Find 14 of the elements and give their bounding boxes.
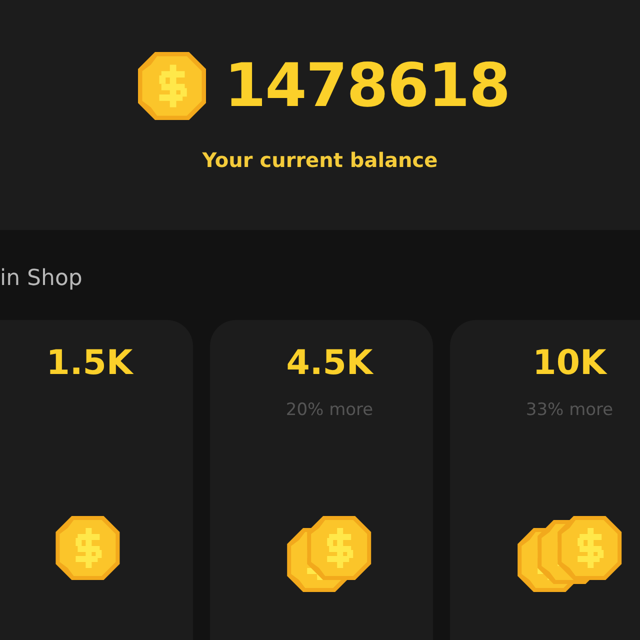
pack-amount: 1.5K	[46, 346, 133, 380]
coin-stack-icon	[514, 516, 624, 592]
coin-pack-card[interactable]: 4.5K 20% more	[210, 320, 433, 640]
coin-stack-icon	[285, 516, 374, 592]
balance-amount: 1478618	[224, 56, 510, 116]
coin-icon	[138, 52, 206, 120]
bonus-note: 20% more	[286, 400, 374, 420]
coin-pack-card[interactable]: 1.5K	[0, 320, 193, 640]
bonus-note: 33% more	[526, 400, 614, 420]
section-title: in Shop	[0, 268, 84, 290]
coin-pack-card[interactable]: 10K 33% more	[450, 320, 640, 640]
balance-label: Your current balance	[202, 148, 438, 172]
pack-amount: 10K	[532, 346, 606, 380]
pack-amount: 4.5K	[286, 346, 373, 380]
